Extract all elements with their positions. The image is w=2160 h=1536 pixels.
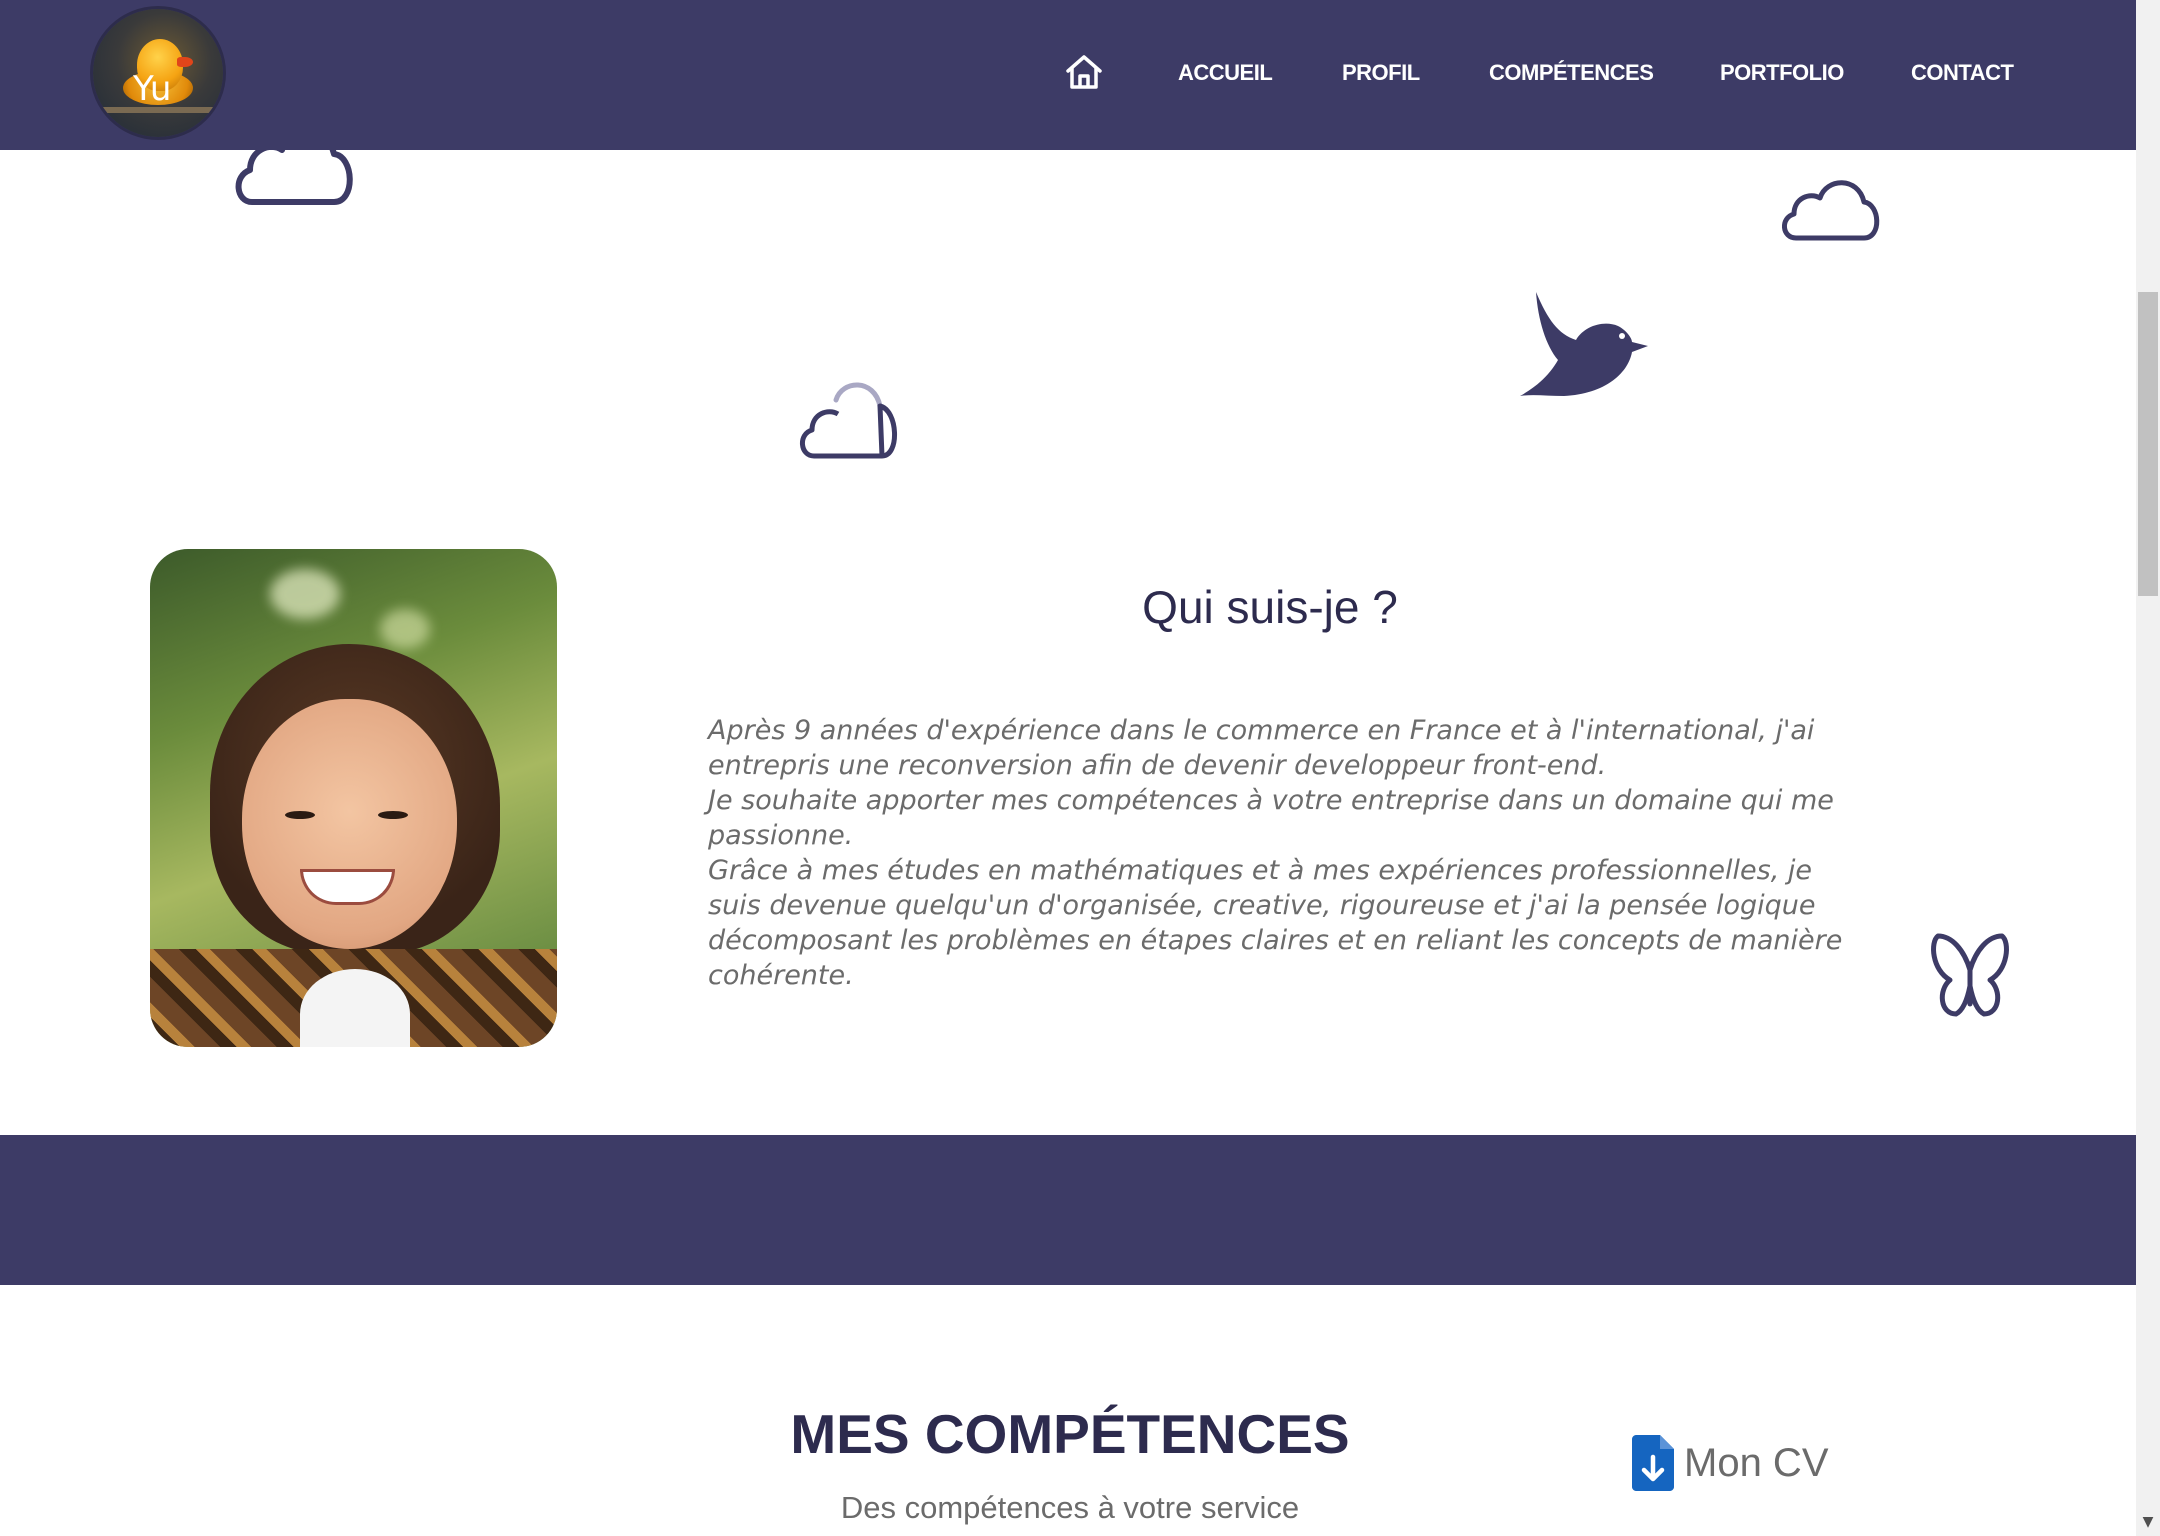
scrollbar-track[interactable] <box>2136 0 2160 1536</box>
cloud-icon <box>1782 180 1880 241</box>
site-header: Yu ACCUEIL PROFIL COMPÉTENCES PORTFOLIO … <box>0 0 2136 150</box>
scrollbar-thumb[interactable] <box>2138 292 2158 596</box>
logo-text: Yu <box>133 69 172 109</box>
about-paragraph: Je souhaite apporter mes compétences à v… <box>708 785 1834 851</box>
about-title: Qui suis-je ? <box>1142 581 1398 633</box>
home-icon[interactable] <box>1064 52 1104 92</box>
section-divider-band <box>0 1135 2136 1285</box>
skills-title: MES COMPÉTENCES <box>790 1403 1350 1465</box>
cv-label: Mon CV <box>1684 1440 1829 1485</box>
nav-item-competences[interactable]: COMPÉTENCES <box>1489 60 1654 86</box>
profile-photo <box>150 549 557 1047</box>
about-text: Après 9 années d'expérience dans le comm… <box>708 713 1848 993</box>
cloud-icon <box>800 382 897 459</box>
file-download-icon <box>1632 1435 1674 1491</box>
about-paragraph: Grâce à mes études en mathématiques et à… <box>708 855 1843 991</box>
about-paragraph: Après 9 années d'expérience dans le comm… <box>708 715 1815 781</box>
logo-duck-beak <box>177 57 193 67</box>
butterfly-icon <box>1931 933 2009 1017</box>
bird-icon <box>1520 292 1648 396</box>
nav-item-portfolio[interactable]: PORTFOLIO <box>1720 60 1844 86</box>
nav-item-contact[interactable]: CONTACT <box>1911 60 2014 86</box>
site-logo[interactable]: Yu <box>93 9 223 137</box>
nav-item-profil[interactable]: PROFIL <box>1342 60 1420 86</box>
skills-subtitle: Des compétences à votre service <box>840 1490 1300 1525</box>
nav-item-accueil[interactable]: ACCUEIL <box>1178 60 1273 86</box>
scroll-down-arrow-icon[interactable]: ▼ <box>2136 1510 2160 1534</box>
cv-download-link[interactable]: Mon CV <box>1632 1434 1829 1492</box>
